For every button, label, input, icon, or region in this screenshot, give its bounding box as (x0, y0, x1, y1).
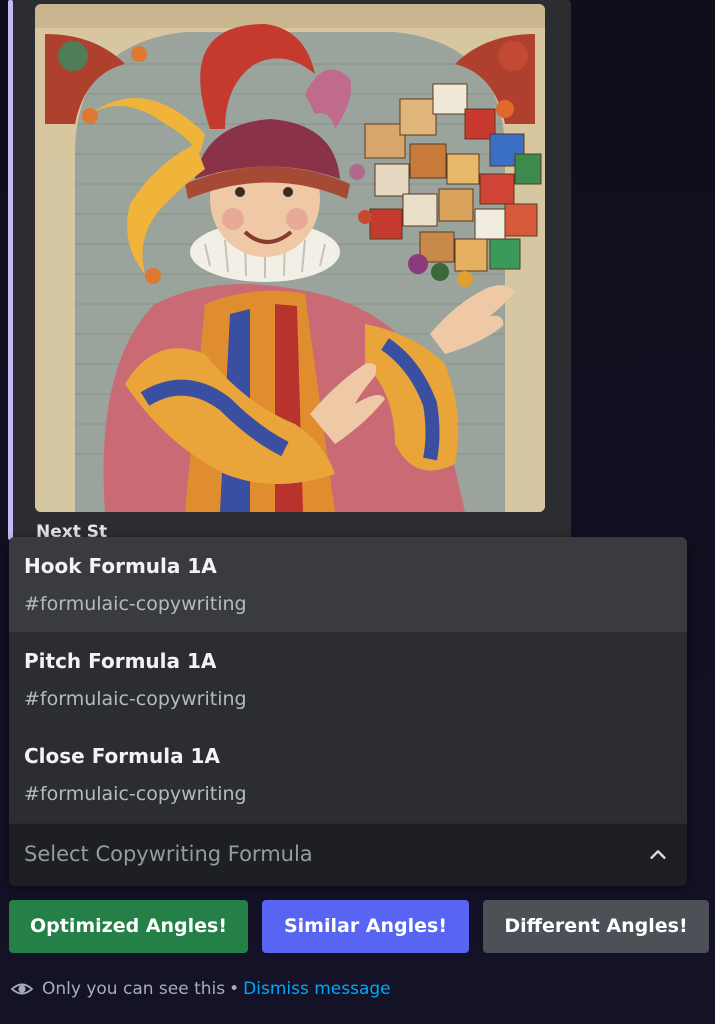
option-title: Hook Formula 1A (24, 554, 217, 578)
dismiss-message-link[interactable]: Dismiss message (243, 979, 390, 999)
copywriting-formula-select[interactable]: Select Copywriting Formula (9, 823, 687, 886)
menu-option-pitch-formula[interactable]: Pitch Formula 1A #formulaic-copywriting (9, 632, 687, 727)
jester-illustration (35, 4, 545, 512)
different-angles-button[interactable]: Different Angles! (483, 900, 709, 953)
option-title: Close Formula 1A (24, 744, 220, 768)
ephemeral-notice: Only you can see this • Dismiss message (10, 976, 391, 1002)
similar-angles-button[interactable]: Similar Angles! (262, 900, 469, 953)
option-description: #formulaic-copywriting (24, 593, 247, 615)
option-title: Pitch Formula 1A (24, 649, 217, 673)
chevron-up-icon (650, 850, 666, 859)
discord-message-area: Next St Hook Formula 1A #formulaic-copyw… (0, 0, 715, 1024)
ephemeral-notice-text: Only you can see this (42, 979, 226, 999)
eye-icon (10, 983, 34, 995)
option-description: #formulaic-copywriting (24, 688, 247, 710)
menu-option-hook-formula[interactable]: Hook Formula 1A #formulaic-copywriting (9, 537, 687, 632)
select-placeholder: Select Copywriting Formula (24, 842, 313, 866)
optimized-angles-button[interactable]: Optimized Angles! (9, 900, 248, 953)
embed-image[interactable] (35, 4, 545, 512)
separator-dot: • (229, 979, 240, 999)
option-description: #formulaic-copywriting (24, 783, 247, 805)
menu-option-close-formula[interactable]: Close Formula 1A #formulaic-copywriting (9, 727, 687, 822)
select-menu-dropdown: Hook Formula 1A #formulaic-copywriting P… (9, 537, 687, 886)
